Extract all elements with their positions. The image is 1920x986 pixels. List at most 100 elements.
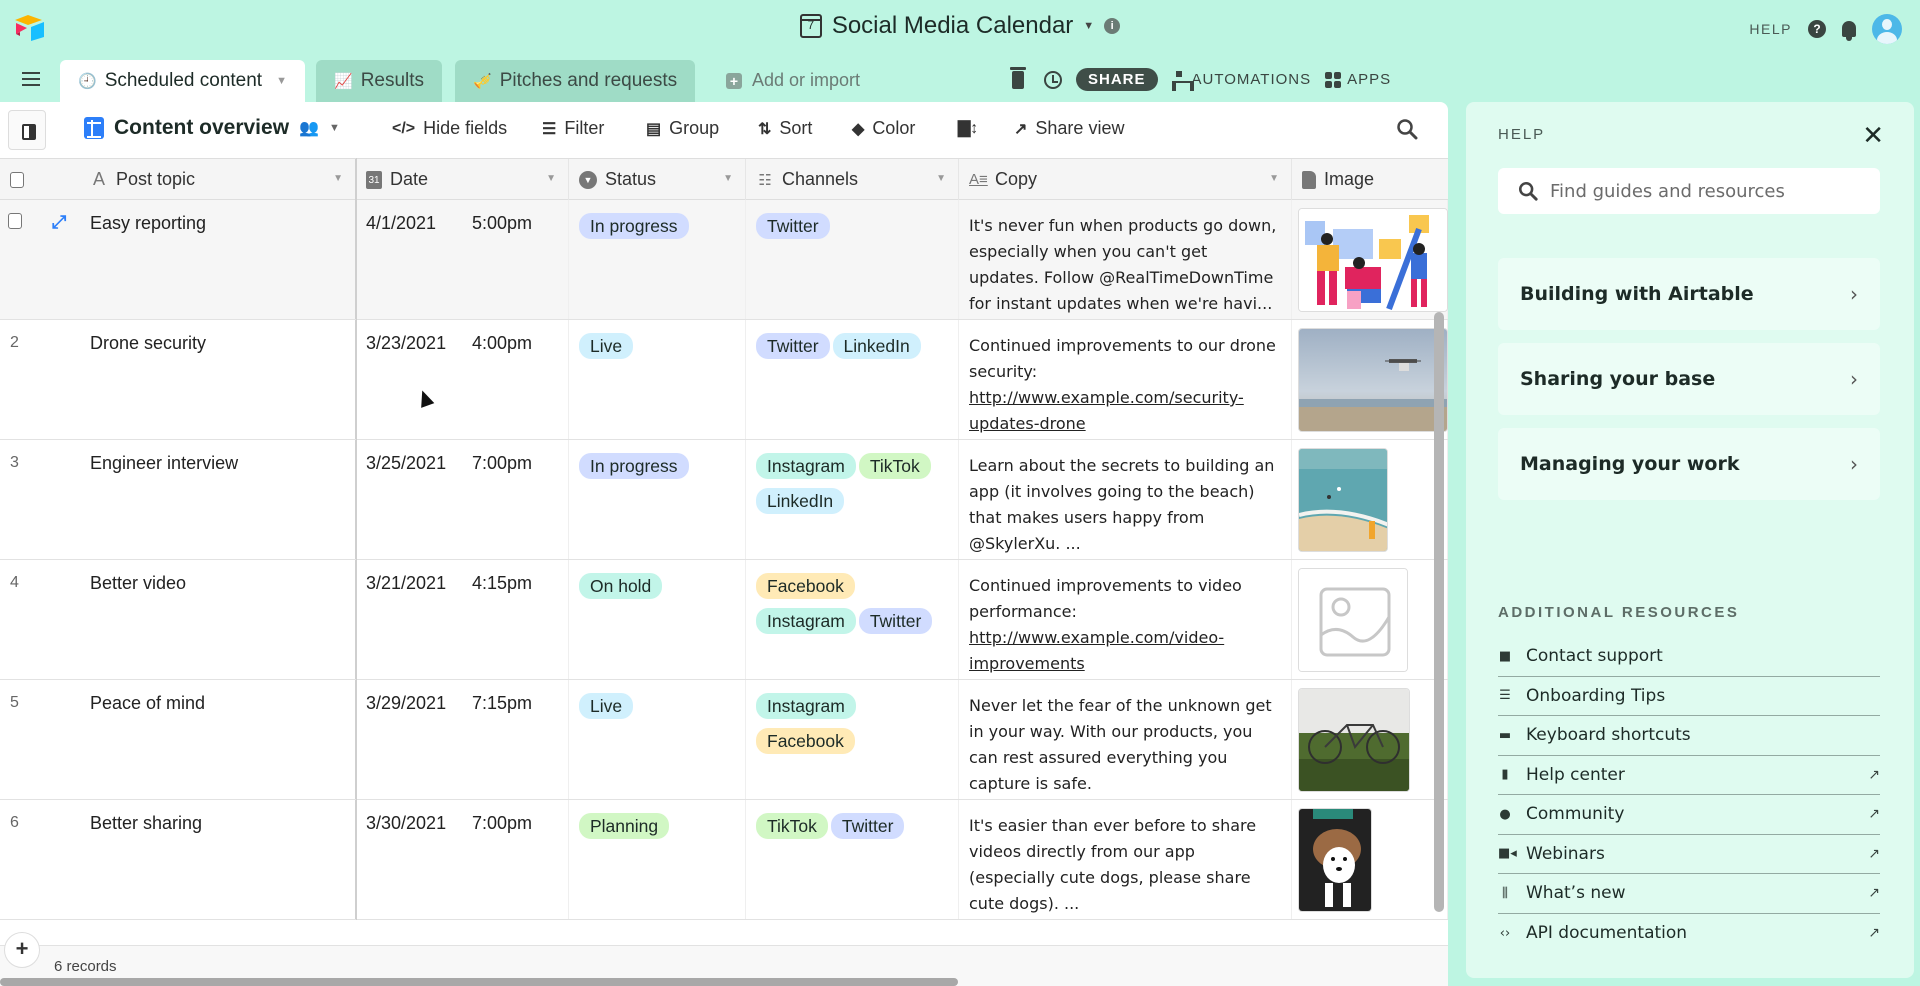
copy-cell[interactable]: Learn about the secrets to building an a… xyxy=(959,440,1292,559)
post-topic-cell[interactable]: Peace of mind xyxy=(80,680,356,799)
table-row[interactable]: 6 Better sharing 3/30/2021 7:00pm Planning Ti… xyxy=(0,800,1448,920)
post-topic-cell[interactable]: Better sharing xyxy=(80,800,356,919)
close-icon[interactable]: ✕ xyxy=(1862,120,1884,151)
share-view-button[interactable]: ↗ Share view xyxy=(1014,118,1124,139)
table-row[interactable]: 2 Drone security 3/23/2021 4:00pm Live Twitte… xyxy=(0,320,1448,440)
filter-button[interactable]: ☰ Filter xyxy=(542,118,604,139)
info-icon[interactable]: i xyxy=(1104,18,1121,34)
group-button[interactable]: ▤ Group xyxy=(646,118,719,139)
tab-scheduled-content[interactable]: 🕘 Scheduled content ▼ xyxy=(60,60,305,102)
copy-cell[interactable]: Continued improvements to our drone secu… xyxy=(959,320,1292,439)
chevron-down-icon[interactable]: ▼ xyxy=(329,122,340,134)
channels-cell[interactable]: Twitter LinkedIn xyxy=(746,320,959,439)
image-thumbnail[interactable] xyxy=(1298,568,1408,672)
chevron-down-icon[interactable]: ▼ xyxy=(333,173,343,184)
table-row[interactable]: 3 Engineer interview 3/25/2021 7:00pm In pro… xyxy=(0,440,1448,560)
hide-fields-button[interactable]: </> Hide fields xyxy=(392,118,507,139)
date-cell[interactable]: 3/30/2021 7:00pm xyxy=(356,800,569,919)
chevron-down-icon[interactable]: ▼ xyxy=(546,173,556,184)
apps-button[interactable]: APPS xyxy=(1325,71,1391,88)
channels-cell[interactable]: Twitter xyxy=(746,200,959,319)
horizontal-scrollbar[interactable] xyxy=(0,978,958,986)
table-row[interactable]: 5 Peace of mind 3/29/2021 7:15pm Live Instagr… xyxy=(0,680,1448,800)
column-header-channels[interactable]: ☷ Channels ▼ xyxy=(746,159,959,200)
select-all-checkbox[interactable] xyxy=(10,171,24,188)
date-cell[interactable]: 3/23/2021 4:00pm xyxy=(356,320,569,439)
image-thumbnail[interactable] xyxy=(1298,808,1372,912)
channels-cell[interactable]: Instagram Facebook xyxy=(746,680,959,799)
chevron-down-icon[interactable]: ▼ xyxy=(1083,20,1094,32)
channels-cell[interactable]: Facebook Instagram Twitter xyxy=(746,560,959,679)
tab-pitches-and-requests[interactable]: 🎺 Pitches and requests xyxy=(455,60,696,102)
help-search-input[interactable] xyxy=(1550,180,1870,202)
post-topic-cell[interactable]: Better video xyxy=(80,560,356,679)
resource-item[interactable]: ■◂ Webinars ↗ xyxy=(1498,835,1880,874)
copy-cell[interactable]: It's easier than ever before to share vi… xyxy=(959,800,1292,919)
base-title[interactable]: 7 Social Media Calendar ▼ i xyxy=(0,12,1920,40)
image-cell[interactable] xyxy=(1292,680,1448,799)
guide-building-with-airtable[interactable]: Building with Airtable › xyxy=(1498,258,1880,330)
image-cell[interactable] xyxy=(1292,560,1448,679)
copy-link[interactable]: http://www.example.com/video-improvement… xyxy=(969,628,1224,673)
column-header-date[interactable]: 31 Date ▼ xyxy=(356,159,569,200)
copy-cell[interactable]: Never let the fear of the unknown get in… xyxy=(959,680,1292,799)
expand-record-icon[interactable]: ⤢ xyxy=(52,212,66,233)
post-topic-cell[interactable]: Easy reporting xyxy=(80,200,356,319)
question-icon[interactable]: ? xyxy=(1808,20,1826,38)
channels-cell[interactable]: TikTok Twitter xyxy=(746,800,959,919)
column-header-copy[interactable]: A≡ Copy ▼ xyxy=(959,159,1292,200)
vertical-scrollbar[interactable] xyxy=(1434,312,1444,912)
sort-button[interactable]: ⇅ Sort xyxy=(758,118,812,139)
row-height-button[interactable]: ▇↕ xyxy=(958,118,978,138)
automations-button[interactable]: AUTOMATIONS xyxy=(1171,70,1312,91)
image-thumbnail[interactable] xyxy=(1298,328,1448,432)
search-icon[interactable] xyxy=(1396,118,1418,140)
guide-sharing-your-base[interactable]: Sharing your base › xyxy=(1498,343,1880,415)
image-cell[interactable] xyxy=(1292,800,1448,919)
view-switcher[interactable]: Content overview 👥 ▼ xyxy=(84,116,340,140)
guide-managing-your-work[interactable]: Managing your work › xyxy=(1498,428,1880,500)
resource-item[interactable]: ● Community ↗ xyxy=(1498,795,1880,835)
date-cell[interactable]: 3/25/2021 7:00pm xyxy=(356,440,569,559)
chevron-down-icon[interactable]: ▼ xyxy=(723,173,733,184)
copy-cell[interactable]: It's never fun when products go down, es… xyxy=(959,200,1292,319)
trash-icon[interactable] xyxy=(1010,66,1026,89)
image-thumbnail[interactable] xyxy=(1298,208,1448,312)
table-row[interactable]: ⤢ Easy reporting 4/1/2021 5:00pm In progress… xyxy=(0,200,1448,320)
copy-cell[interactable]: Continued improvements to video performa… xyxy=(959,560,1292,679)
status-cell[interactable]: Live xyxy=(569,680,746,799)
resource-item[interactable]: ⫼ What’s new ↗ xyxy=(1498,874,1880,914)
image-thumbnail[interactable] xyxy=(1298,448,1388,552)
column-header-image[interactable]: Image xyxy=(1292,159,1448,200)
column-header-status[interactable]: ▼ Status ▼ xyxy=(569,159,746,200)
color-button[interactable]: ◆ Color xyxy=(852,118,915,139)
history-icon[interactable] xyxy=(1044,70,1062,89)
resource-item[interactable]: ■ Contact support xyxy=(1498,637,1880,677)
date-cell[interactable]: 3/21/2021 4:15pm xyxy=(356,560,569,679)
status-cell[interactable]: In progress xyxy=(569,440,746,559)
add-record-button[interactable]: + xyxy=(4,932,40,968)
chevron-down-icon[interactable]: ▼ xyxy=(1269,173,1279,184)
tab-results[interactable]: 📈 Results xyxy=(316,60,443,102)
notifications-bell-icon[interactable] xyxy=(1842,21,1856,41)
status-cell[interactable]: On hold xyxy=(569,560,746,679)
date-cell[interactable]: 4/1/2021 5:00pm xyxy=(356,200,569,319)
status-cell[interactable]: Planning xyxy=(569,800,746,919)
image-cell[interactable] xyxy=(1292,320,1448,439)
add-or-import-button[interactable]: + Add or import xyxy=(726,70,860,91)
image-cell[interactable] xyxy=(1292,200,1448,319)
row-checkbox[interactable] xyxy=(8,213,22,229)
share-button[interactable]: SHARE xyxy=(1076,68,1158,91)
table-row[interactable]: 4 Better video 3/21/2021 4:15pm On hold Faceb… xyxy=(0,560,1448,680)
status-cell[interactable]: Live xyxy=(569,320,746,439)
help-link[interactable]: HELP xyxy=(1749,21,1792,37)
post-topic-cell[interactable]: Engineer interview xyxy=(80,440,356,559)
status-cell[interactable]: In progress xyxy=(569,200,746,319)
channels-cell[interactable]: Instagram TikTok LinkedIn xyxy=(746,440,959,559)
copy-link[interactable]: http://www.example.com/security-updates-… xyxy=(969,388,1244,433)
chevron-down-icon[interactable]: ▼ xyxy=(276,75,287,87)
resource-item[interactable]: ▬ Keyboard shortcuts xyxy=(1498,716,1880,756)
column-header-post-topic[interactable]: A Post topic ▼ xyxy=(80,159,356,200)
resource-item[interactable]: ☰ Onboarding Tips xyxy=(1498,677,1880,716)
resource-item[interactable]: ▮ Help center ↗ xyxy=(1498,756,1880,795)
